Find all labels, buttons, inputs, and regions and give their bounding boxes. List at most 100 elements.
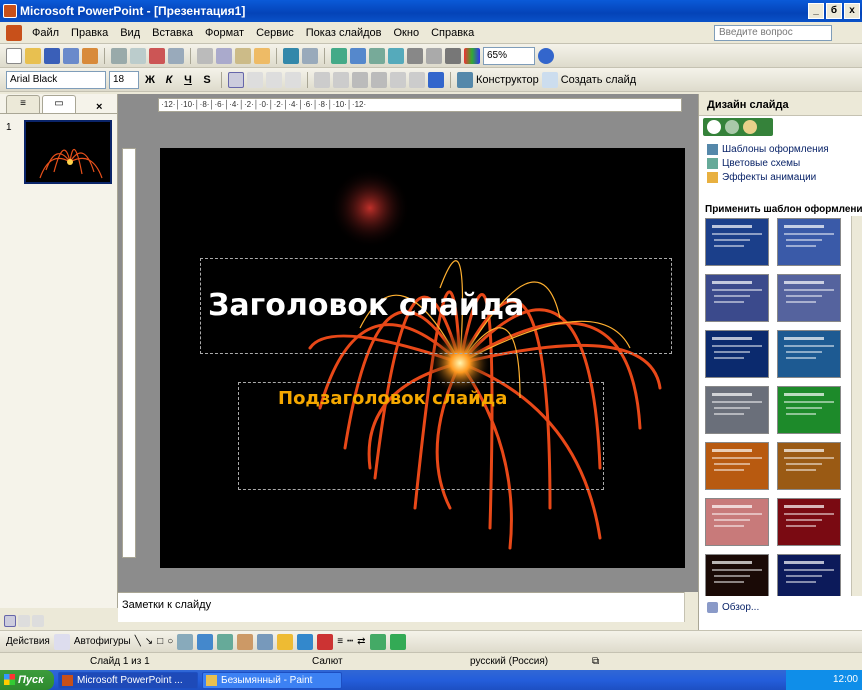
font-size-select[interactable]: 18 bbox=[109, 70, 139, 89]
restore-button[interactable]: б bbox=[826, 3, 842, 19]
shadow-style-icon[interactable] bbox=[369, 633, 386, 650]
template-thumbnail[interactable] bbox=[705, 498, 769, 546]
undo-icon[interactable] bbox=[283, 47, 299, 64]
3d-style-icon[interactable] bbox=[389, 633, 406, 650]
paste-icon[interactable] bbox=[235, 47, 251, 64]
menu-window[interactable]: Окно bbox=[388, 27, 426, 39]
new-slide-button[interactable]: Создать слайд bbox=[561, 74, 636, 86]
template-thumbnail[interactable] bbox=[777, 274, 841, 322]
menu-tools[interactable]: Сервис bbox=[250, 27, 300, 39]
window-title-bar[interactable]: Microsoft PowerPoint - [Презентация1] _ … bbox=[0, 0, 862, 22]
menu-slideshow[interactable]: Показ слайдов bbox=[300, 27, 388, 39]
slide-title[interactable]: Заголовок слайда bbox=[208, 288, 524, 323]
menu-insert[interactable]: Вставка bbox=[146, 27, 199, 39]
menu-edit[interactable]: Правка bbox=[65, 27, 114, 39]
start-button[interactable]: Пуск bbox=[0, 670, 54, 690]
insert-picture-icon[interactable] bbox=[388, 47, 404, 64]
template-thumbnail[interactable] bbox=[777, 218, 841, 266]
show-formatting-icon[interactable] bbox=[426, 47, 442, 64]
zoom-select[interactable]: 65% bbox=[483, 46, 535, 65]
insert-chart-icon[interactable] bbox=[331, 47, 347, 64]
new-icon[interactable] bbox=[6, 47, 22, 64]
home-icon[interactable] bbox=[743, 120, 757, 134]
font-select[interactable]: Arial Black bbox=[6, 70, 106, 89]
textbox-icon[interactable] bbox=[177, 633, 194, 650]
line-color-icon[interactable] bbox=[297, 633, 314, 650]
font-color-draw-icon[interactable] bbox=[317, 633, 334, 650]
grid-icon[interactable] bbox=[445, 47, 461, 64]
browse-link[interactable]: Обзор... bbox=[707, 602, 759, 613]
align-center-icon[interactable] bbox=[247, 71, 263, 88]
menu-file[interactable]: Файл bbox=[26, 27, 65, 39]
template-thumbnail[interactable] bbox=[777, 330, 841, 378]
open-icon[interactable] bbox=[25, 47, 41, 64]
wordart-icon[interactable] bbox=[197, 633, 214, 650]
template-scrollbar[interactable] bbox=[851, 216, 862, 596]
help-search-input[interactable]: Введите вопрос bbox=[714, 25, 832, 41]
font-color-icon[interactable] bbox=[428, 71, 444, 88]
diagram-icon[interactable] bbox=[217, 633, 234, 650]
template-thumbnail[interactable] bbox=[777, 554, 841, 596]
cut-icon[interactable] bbox=[197, 47, 213, 64]
save-icon[interactable] bbox=[44, 47, 60, 64]
actions-menu[interactable]: Действия bbox=[6, 636, 50, 647]
increase-indent-icon[interactable] bbox=[409, 71, 425, 88]
template-thumbnail[interactable] bbox=[777, 386, 841, 434]
template-thumbnail[interactable] bbox=[777, 442, 841, 490]
shadow-button[interactable]: S bbox=[199, 74, 215, 86]
copy-icon[interactable] bbox=[216, 47, 232, 64]
template-thumbnail[interactable] bbox=[705, 218, 769, 266]
tab-outline[interactable]: ≡ bbox=[6, 95, 40, 113]
slideshow-icon[interactable] bbox=[32, 615, 44, 627]
email-icon[interactable] bbox=[82, 47, 98, 64]
line-style-icon[interactable]: ≡ bbox=[337, 636, 343, 647]
document-icon[interactable] bbox=[6, 24, 22, 41]
decrease-indent-icon[interactable] bbox=[390, 71, 406, 88]
picture-icon[interactable] bbox=[257, 633, 274, 650]
spelling-status-icon[interactable]: ⧉ bbox=[592, 656, 599, 667]
menu-help[interactable]: Справка bbox=[425, 27, 480, 39]
new-slide-icon[interactable] bbox=[541, 71, 558, 88]
insert-table-icon[interactable] bbox=[350, 47, 366, 64]
notes-field[interactable]: Заметки к слайду bbox=[118, 592, 698, 622]
rectangle-icon[interactable]: □ bbox=[157, 636, 163, 647]
taskbar-item-paint[interactable]: Безымянный - Paint bbox=[202, 671, 342, 689]
format-painter-icon[interactable] bbox=[254, 47, 270, 64]
template-thumbnail[interactable] bbox=[705, 330, 769, 378]
dash-style-icon[interactable]: ┅ bbox=[347, 636, 353, 647]
template-thumbnail[interactable] bbox=[705, 386, 769, 434]
select-objects-icon[interactable] bbox=[53, 633, 70, 650]
menu-view[interactable]: Вид bbox=[114, 27, 146, 39]
numbering-icon[interactable] bbox=[314, 71, 330, 88]
spelling-icon[interactable] bbox=[149, 47, 165, 64]
redo-icon[interactable] bbox=[302, 47, 318, 64]
align-right-icon[interactable] bbox=[266, 71, 282, 88]
color-grayscale-icon[interactable] bbox=[464, 47, 480, 64]
arrow-icon[interactable]: ↘ bbox=[145, 636, 153, 647]
line-icon[interactable]: ╲ bbox=[135, 636, 141, 647]
permission-icon[interactable] bbox=[63, 47, 79, 64]
design-icon[interactable] bbox=[457, 71, 473, 88]
template-thumbnail[interactable] bbox=[777, 498, 841, 546]
fill-color-icon[interactable] bbox=[277, 633, 294, 650]
template-thumbnail[interactable] bbox=[705, 274, 769, 322]
research-icon[interactable] bbox=[168, 47, 184, 64]
back-icon[interactable] bbox=[707, 120, 721, 134]
decrease-font-icon[interactable] bbox=[371, 71, 387, 88]
bullets-icon[interactable] bbox=[333, 71, 349, 88]
animation-schemes-link[interactable]: Эффекты анимации bbox=[707, 172, 816, 183]
slide-thumbnail[interactable] bbox=[24, 120, 112, 184]
bold-button[interactable]: Ж bbox=[142, 74, 158, 86]
normal-view-icon[interactable] bbox=[4, 615, 16, 627]
help-icon[interactable] bbox=[538, 47, 554, 64]
powerpoint-app-icon[interactable] bbox=[3, 4, 17, 18]
expand-all-icon[interactable] bbox=[407, 47, 423, 64]
align-left-icon[interactable] bbox=[228, 71, 244, 88]
underline-button[interactable]: Ч bbox=[180, 74, 196, 86]
notes-scrollbar[interactable] bbox=[684, 592, 698, 622]
design-templates-link[interactable]: Шаблоны оформления bbox=[707, 144, 829, 155]
tab-slides[interactable]: ▭ bbox=[42, 95, 76, 113]
close-pane-icon[interactable]: × bbox=[96, 101, 102, 113]
forward-icon[interactable] bbox=[725, 120, 739, 134]
print-icon[interactable] bbox=[111, 47, 127, 64]
